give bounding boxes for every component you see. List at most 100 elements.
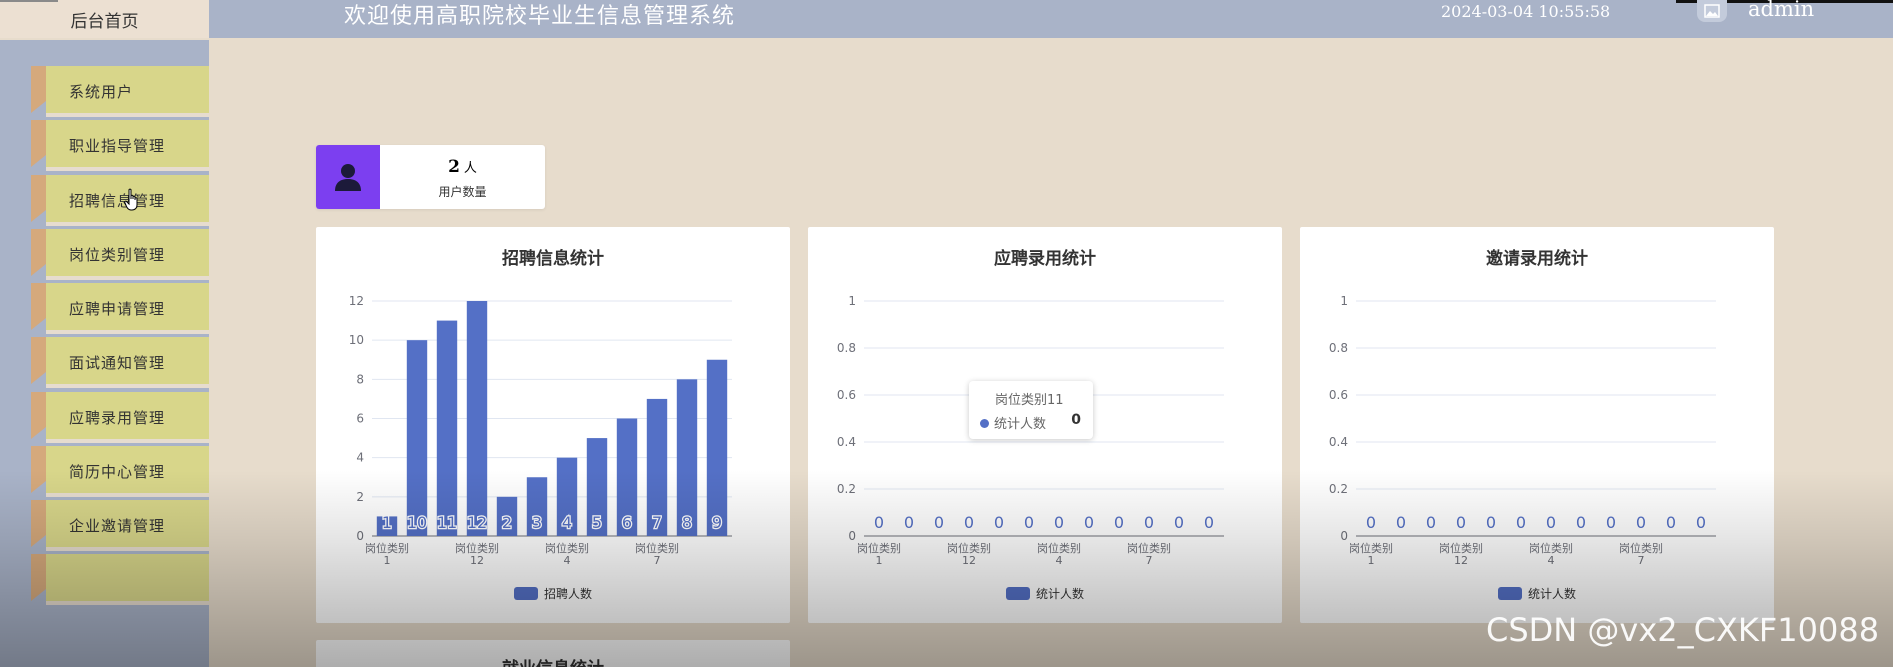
bar-value-label: 12	[467, 513, 487, 532]
menu-tab-marker	[31, 283, 46, 330]
y-tick-label: 12	[349, 294, 364, 308]
bar-value-label: 0	[1546, 513, 1556, 532]
bar-value-label: 0	[1114, 513, 1124, 532]
bar-value-label: 1	[382, 513, 392, 532]
x-tick-label: 岗位类别	[1529, 541, 1573, 555]
x-tick-label: 岗位类别	[1439, 541, 1483, 555]
menu-item-gap	[46, 276, 209, 280]
sidebar-item[interactable]: 职业指导管理	[31, 120, 209, 171]
bar-value-label: 6	[622, 513, 632, 532]
sidebar-item[interactable]: 招聘信息管理	[31, 175, 209, 226]
home-link[interactable]: 后台首页	[0, 0, 209, 38]
bar-value-label: 9	[712, 513, 722, 532]
bar-value-label: 0	[1084, 513, 1094, 532]
y-tick-label: 0.8	[1329, 341, 1348, 355]
bar-value-label: 0	[1426, 513, 1436, 532]
user-count-label: 用户数量	[438, 185, 487, 199]
x-tick-label: 岗位类别	[857, 541, 901, 555]
sidebar-item[interactable]: 简历中心管理	[31, 446, 209, 497]
bar-value-label: 0	[1366, 513, 1376, 532]
bar[interactable]	[436, 320, 458, 536]
sidebar-item[interactable]: 系统用户	[31, 66, 209, 117]
bar[interactable]	[466, 301, 488, 536]
bar-value-label: 2	[502, 513, 512, 532]
tooltip-value: 0	[1071, 412, 1081, 428]
chart-tooltip: 岗位类别11 统计人数 0	[969, 381, 1093, 439]
legend-label[interactable]: 统计人数	[1528, 586, 1576, 601]
legend-swatch[interactable]	[1498, 587, 1522, 600]
sidebar-item[interactable]: 企业邀请管理	[31, 500, 209, 551]
menu-item-gap	[46, 222, 209, 226]
menu-item-gap	[46, 493, 209, 497]
bar-value-label: 0	[994, 513, 1004, 532]
x-tick-label: 12	[962, 554, 976, 567]
y-tick-label: 1	[848, 294, 856, 308]
x-tick-label: 7	[654, 554, 661, 567]
sidebar-item-label: 企业邀请管理	[69, 517, 166, 535]
y-tick-label: 0.6	[837, 388, 856, 402]
legend-label[interactable]: 招聘人数	[544, 586, 592, 601]
image-icon[interactable]	[1697, 0, 1727, 22]
menu-tab-marker	[31, 66, 46, 113]
bar[interactable]	[706, 359, 728, 536]
bar-value-label: 0	[1144, 513, 1154, 532]
menu-tab-marker	[31, 337, 46, 384]
username[interactable]: admin	[1748, 0, 1814, 21]
menu-tab-marker	[31, 120, 46, 167]
menu-tab-marker	[31, 392, 46, 439]
hand-cursor-icon	[124, 188, 144, 216]
bar-value-label: 0	[1636, 513, 1646, 532]
legend-label[interactable]: 统计人数	[1036, 586, 1084, 601]
y-tick-label: 0.4	[1329, 435, 1348, 449]
bar-value-label: 0	[1486, 513, 1496, 532]
menu-item-gap	[46, 330, 209, 334]
y-tick-label: 0.6	[1329, 388, 1348, 402]
sidebar-item-label: 简历中心管理	[69, 463, 166, 481]
recruitment-info-chart: 招聘信息统计 0 2 4 6 8 10 12 1 10 11 12 2 3 4 5 6 7 8 9 岗位类别 1 岗位类别…	[316, 227, 790, 623]
sidebar-item[interactable]: 岗位类别管理	[31, 229, 209, 280]
y-tick-label: 4	[356, 451, 364, 465]
chart-title: 就业信息统计	[316, 654, 790, 667]
sidebar-item-label: 职业指导管理	[69, 137, 166, 155]
x-tick-label: 1	[876, 554, 883, 567]
y-tick-label: 10	[349, 333, 364, 347]
legend-swatch[interactable]	[514, 587, 538, 600]
user-count-value: 2人	[448, 157, 477, 177]
sidebar-item[interactable]: 面试通知管理	[31, 337, 209, 388]
user-icon	[316, 145, 380, 209]
sidebar-item[interactable]: 应聘申请管理	[31, 283, 209, 334]
sidebar-item-label: 岗位类别管理	[69, 246, 166, 264]
bar[interactable]	[406, 340, 428, 536]
bar-value-label: 0	[1666, 513, 1676, 532]
bar-value-label: 0	[934, 513, 944, 532]
bar-value-label: 0	[1054, 513, 1064, 532]
y-tick-label: 6	[356, 412, 364, 426]
y-tick-label: 0	[1340, 529, 1348, 543]
menu-item-gap	[46, 167, 209, 171]
x-tick-label: 岗位类别	[1619, 541, 1663, 555]
y-tick-label: 1	[1340, 294, 1348, 308]
sidebar-item-label: 招聘信息管理	[69, 192, 166, 210]
y-tick-label: 0.2	[1329, 482, 1348, 496]
bar-value-label: 3	[532, 513, 542, 532]
sidebar-item[interactable]	[31, 554, 209, 605]
bar-value-label: 10	[407, 513, 427, 532]
y-tick-label: 0.2	[837, 482, 856, 496]
legend-swatch[interactable]	[1006, 587, 1030, 600]
x-tick-label: 岗位类别	[635, 541, 679, 555]
bar-value-label: 0	[1024, 513, 1034, 532]
tooltip-series-name: 统计人数	[994, 417, 1047, 432]
x-tick-label: 岗位类别	[545, 541, 589, 555]
x-tick-label: 12	[1454, 554, 1468, 567]
sidebar-item[interactable]: 应聘录用管理	[31, 392, 209, 443]
x-tick-label: 岗位类别	[1037, 541, 1081, 555]
sidebar-item-label: 应聘录用管理	[69, 409, 166, 427]
y-tick-label: 0	[356, 529, 364, 543]
menu-tab-marker	[31, 229, 46, 276]
x-tick-label: 岗位类别	[365, 541, 409, 555]
menu-item-gap	[46, 601, 209, 605]
tooltip-series-dot	[980, 419, 989, 428]
x-tick-label: 岗位类别	[1127, 541, 1171, 555]
sidebar-item-label: 面试通知管理	[69, 354, 166, 372]
bar-value-label: 0	[1204, 513, 1214, 532]
